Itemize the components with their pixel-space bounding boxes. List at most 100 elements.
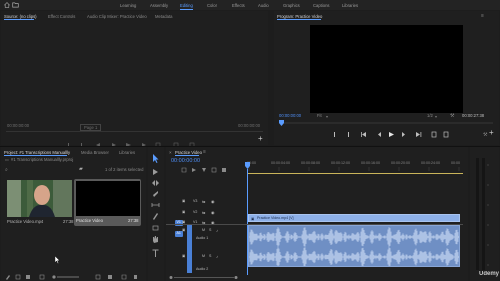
audio-track-name: Audio 2: [196, 267, 209, 271]
audio-track-name: Audio 1: [196, 236, 209, 240]
tools-panel: [148, 147, 164, 281]
add-button-icon[interactable]: +: [258, 135, 263, 143]
settings-wrench-icon[interactable]: ⚒: [483, 132, 487, 138]
audio-level-meters: [476, 158, 489, 270]
clip-duration: 27:38: [63, 219, 74, 224]
tab-metadata[interactable]: Metadata: [155, 14, 172, 19]
clip-thumbnail[interactable]: [7, 180, 72, 217]
razor-tool-icon[interactable]: [153, 191, 158, 197]
home-icon[interactable]: [4, 2, 10, 8]
audio-track-target[interactable]: [187, 225, 192, 273]
waveform-lane: [249, 247, 459, 266]
workspace-effects[interactable]: Effects: [232, 3, 245, 8]
workspace-color[interactable]: Color: [207, 3, 217, 8]
tab-media-browser[interactable]: Media Browser: [81, 150, 109, 155]
tab-program[interactable]: Program: Practice Video: [277, 14, 322, 19]
add-button-icon[interactable]: +: [489, 129, 494, 137]
playhead-icon[interactable]: [245, 162, 250, 169]
video-thumbnail-image: [7, 180, 72, 217]
track-lock-icon[interactable]: ▣: [182, 210, 185, 215]
workspace-graphics[interactable]: Graphics: [283, 3, 300, 8]
selection-tool-icon[interactable]: [153, 154, 159, 163]
audio-meters-panel: [470, 147, 499, 281]
workspace-learning[interactable]: Learning: [120, 3, 136, 8]
mute-button[interactable]: M: [202, 228, 205, 233]
tab-project[interactable]: Project: #1 Transcriptions Manuallly: [4, 150, 70, 155]
tab-audio-clip-mixer[interactable]: Audio Clip Mixer: Practice Video: [87, 14, 147, 19]
close-tab-icon[interactable]: ×: [169, 150, 172, 155]
rectangle-tool-icon[interactable]: [152, 225, 159, 231]
program-timecode[interactable]: 00:00:00:00: [279, 113, 301, 118]
workspace-captions[interactable]: Captions: [313, 3, 330, 8]
timeline-timecode[interactable]: 00:00:00:00: [171, 158, 200, 164]
playhead-icon[interactable]: [279, 120, 284, 126]
ruler-label: 00:00:20:00: [391, 161, 410, 165]
microphone-icon[interactable]: ♪: [216, 228, 218, 233]
chevron-down-icon[interactable]: ▾: [326, 114, 328, 119]
workspace-libraries[interactable]: Libraries: [342, 3, 358, 8]
slip-tool-icon[interactable]: [151, 203, 160, 207]
project-path: #1 Transcriptions Manuallly.prproj: [11, 157, 74, 162]
source-timecode[interactable]: 00:00:00:00: [7, 123, 29, 128]
eye-icon[interactable]: ◉: [211, 199, 215, 204]
wrench-icon[interactable]: ⚒: [450, 113, 454, 119]
track-lock-icon[interactable]: ▣: [182, 228, 185, 233]
tab-source[interactable]: Source: (no clips): [4, 14, 37, 19]
timeline-panel: × Practice Video ≡ 00:00:00:00 00:00 00:…: [166, 147, 468, 281]
fit-dropdown[interactable]: Fit: [317, 113, 322, 118]
track-select-tool-icon[interactable]: [153, 169, 158, 175]
track-label-v2[interactable]: V2: [193, 210, 197, 215]
microphone-icon[interactable]: ♪: [216, 254, 218, 259]
source-panel: Source: (no clips) Effect Controls Audio…: [1, 11, 268, 148]
search-icon[interactable]: ⌕: [5, 167, 8, 173]
clip-name: Practice Video.mp4: [7, 219, 44, 224]
workspace-bar: Learning Assembly Editing Color Effects …: [0, 0, 500, 10]
hand-tool-icon[interactable]: [153, 236, 158, 243]
pen-tool-icon[interactable]: [153, 213, 158, 220]
panel-menu-icon[interactable]: ≡: [203, 149, 206, 155]
source-timecode-right: 00:00:00:00: [238, 123, 261, 128]
tab-libraries[interactable]: Libraries: [119, 150, 135, 155]
resolution-dropdown[interactable]: 1/2: [427, 113, 433, 118]
track-lock-icon[interactable]: ▣: [182, 254, 185, 259]
source-scrubber[interactable]: [6, 131, 263, 132]
tab-effect-controls[interactable]: Effect Controls: [48, 14, 75, 19]
program-scrubber[interactable]: [279, 122, 493, 124]
audio-clip[interactable]: [248, 225, 460, 267]
solo-button[interactable]: S: [209, 254, 211, 259]
ruler-label: 00:00:16:00: [361, 161, 380, 165]
timeline-zoom-bar[interactable]: [168, 275, 248, 280]
sync-lock-icon[interactable]: ⇆: [202, 199, 205, 204]
import-folder-icon[interactable]: [12, 2, 19, 8]
tab-sequence[interactable]: Practice Video: [175, 150, 202, 155]
timeline-toolbar[interactable]: [180, 167, 240, 173]
bin-folder-icon[interactable]: ▰: [79, 166, 83, 172]
workspace-assembly[interactable]: Assembly: [150, 3, 168, 8]
track-lock-icon[interactable]: ▣: [182, 199, 185, 204]
sequence-duration: 27:38: [128, 218, 139, 223]
project-bottom-toolbar[interactable]: [4, 274, 144, 280]
time-ruler[interactable]: 00:00 00:00:04:00 00:00:08:00 00:00:12:0…: [245, 161, 467, 171]
panel-menu-icon[interactable]: ≡: [481, 13, 484, 19]
type-tool-icon[interactable]: [152, 249, 159, 257]
program-transport-controls[interactable]: [332, 131, 452, 138]
video-clip[interactable]: ▣ Practice Video.mp4 [V]: [248, 214, 460, 222]
mute-button[interactable]: M: [202, 254, 205, 259]
workspace-audio[interactable]: Audio: [258, 3, 269, 8]
project-panel: Project: #1 Transcriptions Manuallly Med…: [1, 147, 146, 281]
watermark-text: Udemy: [479, 271, 500, 277]
track-label-v3[interactable]: V3: [193, 199, 197, 204]
workspace-editing[interactable]: Editing: [180, 3, 193, 8]
audio-waveform: [249, 227, 459, 266]
program-duration: 00:00:27:38: [462, 113, 485, 118]
sequence-item-selected[interactable]: Practice Video 27:38: [74, 179, 141, 226]
sync-lock-icon[interactable]: ⇆: [202, 210, 205, 215]
program-panel: Program: Practice Video ≡ 00:00:00:00 Fi…: [274, 11, 499, 145]
chevron-down-icon[interactable]: ▾: [435, 114, 437, 119]
ruler-label: 00:00:24:00: [421, 161, 440, 165]
solo-button[interactable]: S: [209, 228, 211, 233]
eye-icon[interactable]: ◉: [211, 210, 215, 215]
work-area-bar[interactable]: [248, 173, 463, 174]
ripple-edit-tool-icon[interactable]: [152, 180, 159, 186]
ruler-label: 00:00: [451, 161, 460, 165]
